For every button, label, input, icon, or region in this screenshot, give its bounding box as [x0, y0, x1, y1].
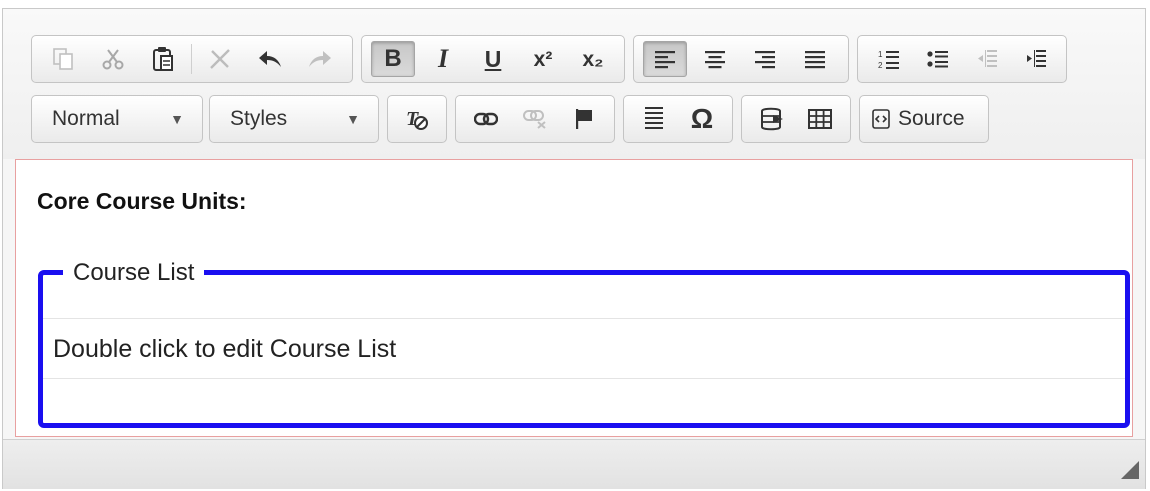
course-list-legend: Course List [63, 259, 205, 287]
align-center-icon[interactable] [693, 41, 737, 77]
italic-label: I [437, 44, 449, 73]
table-icon[interactable] [799, 101, 841, 137]
align-right-icon[interactable] [743, 41, 787, 77]
subscript-button[interactable]: x₂ [571, 41, 615, 77]
course-list-placeholder[interactable]: Double click to edit Course List [53, 335, 396, 364]
clear-style-group: T [387, 95, 447, 143]
bold-label: B [384, 45, 402, 72]
superscript-label: x² [533, 47, 553, 71]
outdent-icon[interactable] [965, 41, 1008, 77]
numbered-list-icon[interactable]: 12 [867, 41, 910, 77]
subscript-label: x₂ [582, 47, 604, 71]
clear-formatting-icon[interactable]: T [397, 101, 437, 137]
underline-button[interactable]: U [471, 41, 515, 77]
horizontal-line-icon[interactable] [633, 101, 675, 137]
course-list-widget[interactable]: Course List Double click to edit Course … [38, 259, 1130, 428]
italic-button[interactable]: I [421, 41, 465, 77]
unlink-icon[interactable] [514, 101, 557, 137]
list-group: 12 [857, 35, 1067, 83]
content-heading: Core Course Units: [37, 188, 247, 214]
omega-label: Ω [690, 103, 714, 134]
source-label: Source [898, 107, 965, 130]
redo-icon[interactable] [298, 41, 342, 77]
chevron-down-icon: ▼ [170, 111, 184, 127]
chevron-down-icon: ▼ [346, 111, 360, 127]
copy-icon[interactable] [41, 41, 85, 77]
anchor-flag-icon[interactable] [562, 101, 605, 137]
bulleted-list-icon[interactable] [916, 41, 959, 77]
alignment-group [633, 35, 849, 83]
basic-styles-group: B I U x² x₂ [361, 35, 625, 83]
special-character-button[interactable]: Ω [681, 101, 723, 137]
widget-group [741, 95, 851, 143]
source-button[interactable]: Source [872, 107, 965, 131]
source-icon [872, 109, 890, 129]
link-icon[interactable] [465, 101, 508, 137]
resize-handle-icon[interactable] [1121, 461, 1139, 479]
svg-text:2: 2 [878, 61, 883, 70]
remove-format-icon[interactable] [198, 41, 242, 77]
editor-status-bar [3, 439, 1145, 489]
format-dropdown[interactable]: Normal ▼ [31, 95, 203, 143]
cut-icon[interactable] [91, 41, 135, 77]
svg-text:1: 1 [878, 50, 883, 59]
styles-dropdown[interactable]: Styles ▼ [209, 95, 379, 143]
styles-dropdown-value: Styles [230, 107, 288, 130]
align-left-icon[interactable] [643, 41, 687, 77]
insert-widget-icon[interactable] [751, 101, 793, 137]
align-justify-icon[interactable] [793, 41, 837, 77]
source-group: Source [859, 95, 989, 143]
editor-toolbar: B I U x² x₂ 1 2 Normal ▼ Styles ▼ T Ω So… [3, 9, 1145, 159]
clipboard-group [31, 35, 353, 83]
underline-label: U [484, 45, 502, 72]
widget-row-divider [43, 318, 1125, 319]
bold-button[interactable]: B [371, 41, 415, 77]
editor-content-area[interactable]: Core Course Units: Course List Double cl… [15, 159, 1133, 437]
toolbar-separator [191, 44, 192, 74]
superscript-button[interactable]: x² [521, 41, 565, 77]
insert-group: Ω [623, 95, 733, 143]
link-group [455, 95, 615, 143]
undo-icon[interactable] [248, 41, 292, 77]
format-dropdown-value: Normal [52, 107, 120, 130]
rich-text-editor: B I U x² x₂ 1 2 Normal ▼ Styles ▼ T Ω So… [2, 8, 1146, 489]
widget-row-divider [43, 378, 1125, 379]
paste-icon[interactable] [141, 41, 185, 77]
indent-icon[interactable] [1014, 41, 1057, 77]
